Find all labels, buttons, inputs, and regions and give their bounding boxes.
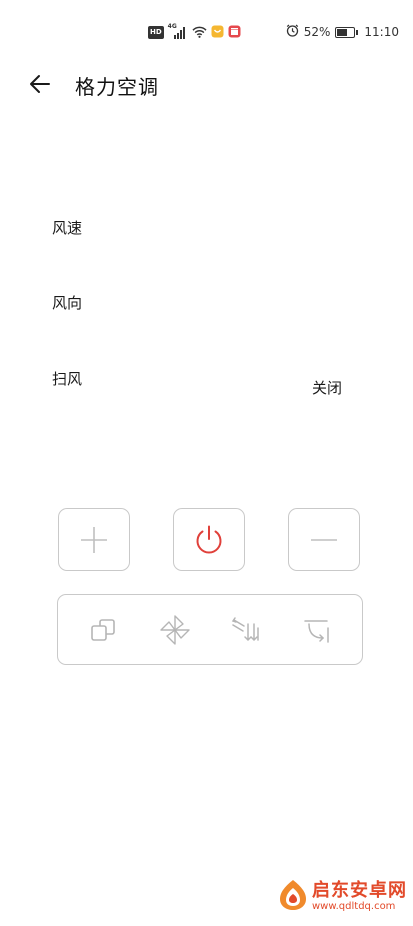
mode-icon	[90, 618, 115, 641]
page-title: 格力空调	[75, 75, 159, 99]
mode-button[interactable]	[82, 608, 126, 652]
fan-direction-label[interactable]: 风向	[52, 292, 82, 313]
swing-icon	[231, 616, 259, 641]
power-icon	[196, 525, 222, 553]
swing-label[interactable]: 扫风	[52, 368, 82, 389]
status-bar: HD 4G 52% 11:10	[0, 0, 413, 62]
decrease-button[interactable]	[288, 508, 360, 571]
fan-speed-icon	[159, 614, 190, 645]
watermark: 启东安卓网 www.qdltdq.com	[278, 878, 407, 916]
plus-icon	[81, 526, 107, 553]
battery-icon	[335, 26, 359, 38]
minus-icon	[311, 538, 337, 541]
app-header: 格力空调	[0, 62, 413, 106]
status-left-icons: HD 4G	[148, 23, 241, 42]
back-button[interactable]	[24, 68, 56, 100]
watermark-logo	[278, 878, 308, 916]
fan-speed-label[interactable]: 风速	[52, 217, 82, 238]
battery-percent: 52%	[303, 25, 331, 39]
watermark-name: 启东安卓网	[312, 880, 407, 901]
calendar-notification-icon	[228, 23, 241, 42]
fan-direction-icon	[303, 619, 329, 643]
arrow-left-icon	[30, 75, 50, 93]
power-button[interactable]	[173, 508, 245, 571]
swing-value: 关闭	[312, 379, 343, 397]
signal-icon: 4G	[168, 23, 188, 39]
app-screen: HD 4G 52% 11:10 格力空调 风速 风向 扫风 关闭 启东安卓网 w…	[0, 0, 413, 926]
fan-speed-button[interactable]	[153, 608, 197, 652]
hd-icon: HD	[148, 25, 164, 39]
swing-button[interactable]	[224, 608, 268, 652]
status-time: 11:10	[364, 25, 399, 39]
mode-panel	[57, 594, 363, 665]
watermark-url: www.qdltdq.com	[312, 901, 396, 912]
increase-button[interactable]	[58, 508, 130, 571]
wifi-icon	[192, 23, 207, 42]
alarm-icon	[286, 24, 299, 40]
status-right-icons: 52% 11:10	[286, 23, 399, 41]
fan-direction-button[interactable]	[295, 608, 339, 652]
app-notification-icon	[211, 23, 224, 42]
